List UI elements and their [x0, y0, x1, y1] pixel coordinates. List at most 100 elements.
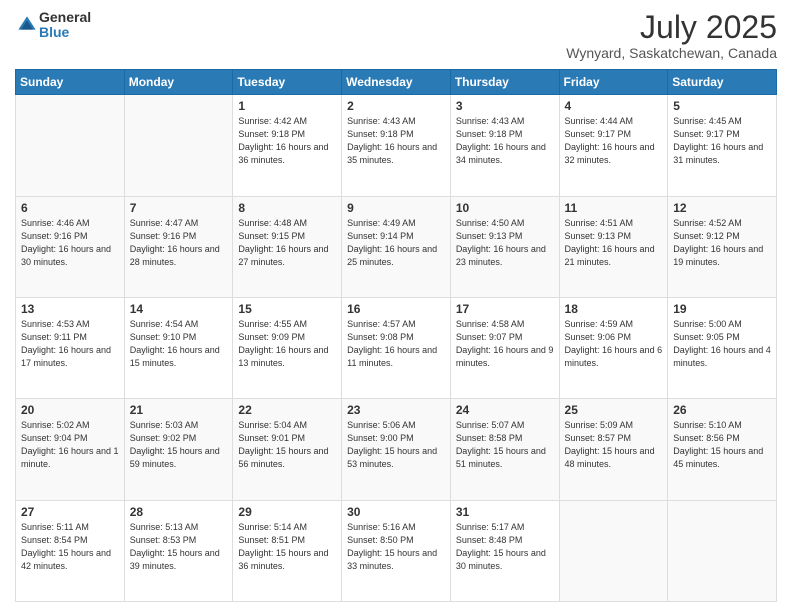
page: General Blue July 2025 Wynyard, Saskatch…	[0, 0, 792, 612]
day-info: Sunrise: 4:54 AM Sunset: 9:10 PM Dayligh…	[130, 318, 228, 370]
calendar-cell-w1-d4: 3 Sunrise: 4:43 AM Sunset: 9:18 PM Daylig…	[450, 95, 559, 196]
calendar-cell-w4-d2: 22 Sunrise: 5:04 AM Sunset: 9:01 PM Dayli…	[233, 399, 342, 500]
calendar-cell-w1-d0	[16, 95, 125, 196]
day-number: 27	[21, 505, 119, 519]
day-number: 26	[673, 403, 771, 417]
calendar-week-2: 6Sunrise: 4:46 AM Sunset: 9:16 PM Daylig…	[16, 196, 777, 297]
day-number: 2	[347, 99, 445, 113]
day-info: Sunrise: 4:49 AM Sunset: 9:14 PM Dayligh…	[347, 217, 445, 269]
day-info: Sunrise: 5:03 AM Sunset: 9:02 PM Dayligh…	[130, 419, 228, 471]
day-info: Sunrise: 5:00 AM Sunset: 9:05 PM Dayligh…	[673, 318, 771, 370]
day-number: 20	[21, 403, 119, 417]
calendar-cell-w3-d0: 13Sunrise: 4:53 AM Sunset: 9:11 PM Dayli…	[16, 297, 125, 398]
day-info: Sunrise: 4:42 AM Sunset: 9:18 PM Dayligh…	[238, 115, 336, 167]
day-number: 7	[130, 201, 228, 215]
day-number: 14	[130, 302, 228, 316]
calendar-cell-w5-d2: 29 Sunrise: 5:14 AM Sunset: 8:51 PM Dayli…	[233, 500, 342, 601]
logo-general: General	[39, 10, 91, 25]
day-number: 30	[347, 505, 445, 519]
day-number: 21	[130, 403, 228, 417]
calendar-cell-w5-d3: 30 Sunrise: 5:16 AM Sunset: 8:50 PM Dayli…	[342, 500, 451, 601]
day-number: 17	[456, 302, 554, 316]
day-number: 22	[238, 403, 336, 417]
calendar-cell-w5-d0: 27 Sunrise: 5:11 AM Sunset: 8:54 PM Dayli…	[16, 500, 125, 601]
calendar-week-5: 27 Sunrise: 5:11 AM Sunset: 8:54 PM Dayli…	[16, 500, 777, 601]
day-number: 4	[565, 99, 663, 113]
calendar-table: Sunday Monday Tuesday Wednesday Thursday…	[15, 69, 777, 602]
calendar-week-4: 20 Sunrise: 5:02 AM Sunset: 9:04 PM Dayli…	[16, 399, 777, 500]
col-sunday: Sunday	[16, 70, 125, 95]
day-info: Sunrise: 4:48 AM Sunset: 9:15 PM Dayligh…	[238, 217, 336, 269]
day-info: Sunrise: 4:52 AM Sunset: 9:12 PM Dayligh…	[673, 217, 771, 269]
col-saturday: Saturday	[668, 70, 777, 95]
col-wednesday: Wednesday	[342, 70, 451, 95]
day-number: 28	[130, 505, 228, 519]
day-info: Sunrise: 4:51 AM Sunset: 9:13 PM Dayligh…	[565, 217, 663, 269]
calendar-week-3: 13Sunrise: 4:53 AM Sunset: 9:11 PM Dayli…	[16, 297, 777, 398]
calendar-cell-w2-d6: 12Sunrise: 4:52 AM Sunset: 9:12 PM Dayli…	[668, 196, 777, 297]
day-number: 6	[21, 201, 119, 215]
day-info: Sunrise: 5:16 AM Sunset: 8:50 PM Dayligh…	[347, 521, 445, 573]
calendar-cell-w3-d6: 19Sunrise: 5:00 AM Sunset: 9:05 PM Dayli…	[668, 297, 777, 398]
day-number: 5	[673, 99, 771, 113]
day-number: 9	[347, 201, 445, 215]
day-info: Sunrise: 4:45 AM Sunset: 9:17 PM Dayligh…	[673, 115, 771, 167]
calendar-cell-w2-d3: 9 Sunrise: 4:49 AM Sunset: 9:14 PM Daylig…	[342, 196, 451, 297]
day-info: Sunrise: 5:04 AM Sunset: 9:01 PM Dayligh…	[238, 419, 336, 471]
col-monday: Monday	[124, 70, 233, 95]
logo: General Blue	[15, 10, 91, 41]
day-number: 16	[347, 302, 445, 316]
day-info: Sunrise: 5:07 AM Sunset: 8:58 PM Dayligh…	[456, 419, 554, 471]
calendar-cell-w3-d3: 16 Sunrise: 4:57 AM Sunset: 9:08 PM Dayli…	[342, 297, 451, 398]
calendar-cell-w1-d2: 1Sunrise: 4:42 AM Sunset: 9:18 PM Daylig…	[233, 95, 342, 196]
subtitle: Wynyard, Saskatchewan, Canada	[566, 45, 777, 61]
day-info: Sunrise: 4:53 AM Sunset: 9:11 PM Dayligh…	[21, 318, 119, 370]
day-info: Sunrise: 4:44 AM Sunset: 9:17 PM Dayligh…	[565, 115, 663, 167]
day-number: 3	[456, 99, 554, 113]
main-title: July 2025	[566, 10, 777, 45]
calendar-cell-w3-d5: 18 Sunrise: 4:59 AM Sunset: 9:06 PM Dayli…	[559, 297, 668, 398]
calendar-cell-w5-d4: 31Sunrise: 5:17 AM Sunset: 8:48 PM Dayli…	[450, 500, 559, 601]
day-info: Sunrise: 4:59 AM Sunset: 9:06 PM Dayligh…	[565, 318, 663, 370]
calendar-cell-w3-d2: 15 Sunrise: 4:55 AM Sunset: 9:09 PM Dayli…	[233, 297, 342, 398]
calendar-cell-w1-d3: 2 Sunrise: 4:43 AM Sunset: 9:18 PM Daylig…	[342, 95, 451, 196]
calendar-week-1: 1Sunrise: 4:42 AM Sunset: 9:18 PM Daylig…	[16, 95, 777, 196]
day-info: Sunrise: 4:57 AM Sunset: 9:08 PM Dayligh…	[347, 318, 445, 370]
calendar-cell-w5-d5	[559, 500, 668, 601]
col-tuesday: Tuesday	[233, 70, 342, 95]
day-info: Sunrise: 5:06 AM Sunset: 9:00 PM Dayligh…	[347, 419, 445, 471]
calendar-cell-w1-d1	[124, 95, 233, 196]
day-info: Sunrise: 5:09 AM Sunset: 8:57 PM Dayligh…	[565, 419, 663, 471]
day-info: Sunrise: 5:11 AM Sunset: 8:54 PM Dayligh…	[21, 521, 119, 573]
day-number: 18	[565, 302, 663, 316]
day-info: Sunrise: 4:58 AM Sunset: 9:07 PM Dayligh…	[456, 318, 554, 370]
day-info: Sunrise: 5:14 AM Sunset: 8:51 PM Dayligh…	[238, 521, 336, 573]
logo-text: General Blue	[39, 10, 91, 41]
day-number: 10	[456, 201, 554, 215]
calendar-cell-w2-d2: 8Sunrise: 4:48 AM Sunset: 9:15 PM Daylig…	[233, 196, 342, 297]
col-friday: Friday	[559, 70, 668, 95]
calendar-cell-w4-d0: 20 Sunrise: 5:02 AM Sunset: 9:04 PM Dayli…	[16, 399, 125, 500]
day-info: Sunrise: 4:43 AM Sunset: 9:18 PM Dayligh…	[456, 115, 554, 167]
calendar-cell-w4-d1: 21 Sunrise: 5:03 AM Sunset: 9:02 PM Dayli…	[124, 399, 233, 500]
day-number: 25	[565, 403, 663, 417]
calendar-cell-w2-d0: 6Sunrise: 4:46 AM Sunset: 9:16 PM Daylig…	[16, 196, 125, 297]
logo-icon	[17, 15, 37, 35]
day-info: Sunrise: 4:55 AM Sunset: 9:09 PM Dayligh…	[238, 318, 336, 370]
day-info: Sunrise: 5:02 AM Sunset: 9:04 PM Dayligh…	[21, 419, 119, 471]
day-number: 23	[347, 403, 445, 417]
day-number: 15	[238, 302, 336, 316]
calendar-cell-w5-d1: 28Sunrise: 5:13 AM Sunset: 8:53 PM Dayli…	[124, 500, 233, 601]
title-block: July 2025 Wynyard, Saskatchewan, Canada	[566, 10, 777, 61]
day-info: Sunrise: 4:50 AM Sunset: 9:13 PM Dayligh…	[456, 217, 554, 269]
day-info: Sunrise: 4:43 AM Sunset: 9:18 PM Dayligh…	[347, 115, 445, 167]
calendar-cell-w1-d6: 5 Sunrise: 4:45 AM Sunset: 9:17 PM Daylig…	[668, 95, 777, 196]
calendar-cell-w2-d5: 11Sunrise: 4:51 AM Sunset: 9:13 PM Dayli…	[559, 196, 668, 297]
day-number: 29	[238, 505, 336, 519]
header: General Blue July 2025 Wynyard, Saskatch…	[15, 10, 777, 61]
calendar-cell-w3-d4: 17 Sunrise: 4:58 AM Sunset: 9:07 PM Dayli…	[450, 297, 559, 398]
calendar-cell-w4-d3: 23 Sunrise: 5:06 AM Sunset: 9:00 PM Dayli…	[342, 399, 451, 500]
calendar-header-row: Sunday Monday Tuesday Wednesday Thursday…	[16, 70, 777, 95]
day-info: Sunrise: 4:47 AM Sunset: 9:16 PM Dayligh…	[130, 217, 228, 269]
day-info: Sunrise: 5:10 AM Sunset: 8:56 PM Dayligh…	[673, 419, 771, 471]
